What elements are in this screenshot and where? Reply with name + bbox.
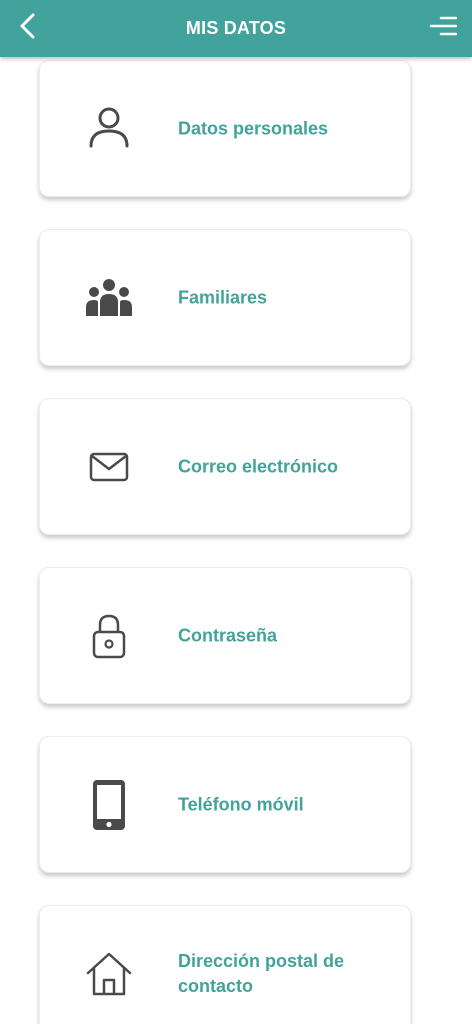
lock-icon bbox=[84, 611, 134, 661]
menu-card-label: Dirección postal de contacto bbox=[178, 950, 345, 996]
hamburger-menu-icon bbox=[429, 15, 458, 42]
family-icon bbox=[84, 273, 134, 323]
mis-datos-screen: Datos personales Familiares Correo elect… bbox=[0, 0, 472, 1024]
person-icon bbox=[84, 104, 134, 154]
menu-button[interactable] bbox=[426, 12, 460, 44]
menu-card-datos-personales[interactable]: Datos personales bbox=[39, 60, 411, 197]
menu-card-familiares[interactable]: Familiares bbox=[39, 229, 411, 366]
menu-card-contrasena[interactable]: Contraseña bbox=[39, 567, 411, 704]
menu-card-label: Datos personales bbox=[178, 118, 329, 138]
menu-card-label: Teléfono móvil bbox=[178, 794, 304, 814]
menu-card-label: Correo electrónico bbox=[178, 456, 339, 476]
menu-card-label: Contraseña bbox=[178, 625, 278, 645]
app-header: MIS DATOS bbox=[0, 0, 472, 57]
envelope-icon bbox=[84, 442, 134, 492]
menu-card-direccion-postal[interactable]: Dirección postal de contacto bbox=[39, 905, 411, 1024]
page-title: MIS DATOS bbox=[185, 18, 287, 38]
menu-card-correo-electronico[interactable]: Correo electrónico bbox=[39, 398, 411, 535]
house-icon bbox=[84, 949, 134, 999]
menu-card-label: Familiares bbox=[178, 287, 268, 307]
menu-card-telefono-movil[interactable]: Teléfono móvil bbox=[39, 736, 411, 873]
mobile-phone-icon bbox=[84, 779, 134, 830]
